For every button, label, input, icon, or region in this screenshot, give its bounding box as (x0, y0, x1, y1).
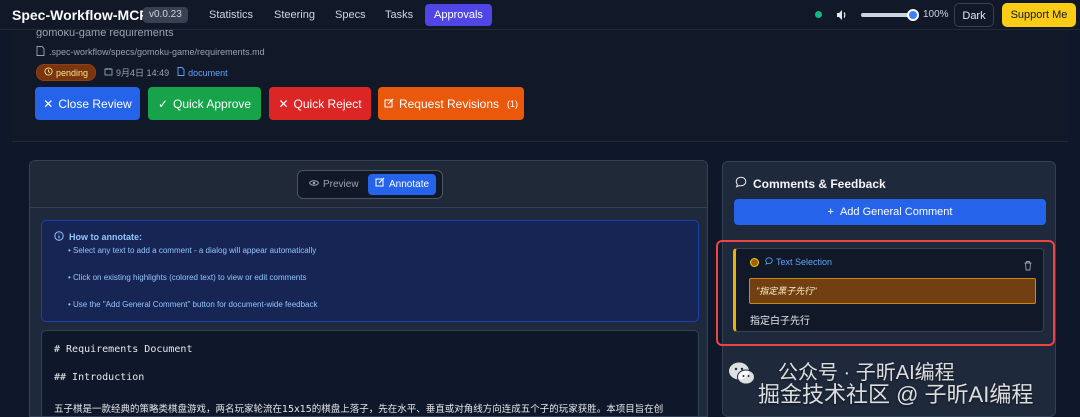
document-type[interactable]: document (177, 67, 228, 78)
document-content[interactable]: # Requirements Document ## Introduction … (41, 330, 699, 416)
status-badge: pending (36, 64, 97, 81)
volume-slider-fill (861, 13, 913, 17)
comment-text: 指定白子先行 (750, 316, 810, 327)
eye-icon (308, 174, 320, 195)
preview-mode-button[interactable]: Preview (302, 174, 366, 195)
close-icon: ✕ (43, 96, 54, 111)
document-path: .spec-workflow/specs/gomoku-game/require… (49, 47, 265, 57)
comments-title-text: Comments & Feedback (753, 176, 886, 191)
volume-slider-thumb[interactable] (907, 9, 919, 21)
highlight-color-swatch (750, 258, 759, 267)
watermark-line-2: 掘金技术社区 @ 子昕AI编程 (758, 382, 1034, 407)
document-viewer-panel: Preview Annotate How to annotate: • Sele… (29, 160, 708, 417)
viewer-toolbar: Preview Annotate (30, 161, 707, 208)
version-badge: v0.0.23 (143, 7, 188, 23)
speaker-icon[interactable] (835, 8, 849, 22)
connection-status-dot (815, 11, 822, 18)
annotate-mode-button[interactable]: Annotate (368, 174, 437, 195)
comment-card[interactable]: Text Selection "指定黑子先行" 指定白子先行 (733, 248, 1044, 332)
close-icon: ✕ (278, 96, 289, 111)
document-path-row: .spec-workflow/specs/gomoku-game/require… (36, 46, 265, 58)
document-date-text: 9月4日 14:49 (116, 68, 170, 78)
doc-paragraph[interactable]: 五子棋是一款经典的策略类棋盘游戏，两名玩家轮流在15x15的棋盘上落子，先在水平… (54, 401, 663, 415)
nav-tab-specs[interactable]: Specs (326, 4, 375, 26)
trash-icon[interactable] (1023, 258, 1033, 271)
info-icon (54, 231, 64, 243)
edit-icon (384, 97, 394, 111)
nav-tab-statistics[interactable]: Statistics (200, 4, 262, 26)
nav-tab-approvals[interactable]: Approvals (425, 4, 492, 26)
quick-approve-label: Quick Approve (173, 96, 252, 111)
close-review-label: Close Review (58, 96, 132, 111)
request-revisions-button[interactable]: Request Revisions (1) (378, 87, 524, 120)
document-icon (177, 67, 185, 78)
comment-icon (765, 257, 773, 267)
edit-icon (375, 174, 385, 195)
document-type-label: document (188, 67, 228, 78)
document-title: gomoku-game requirements (36, 30, 174, 38)
volume-slider[interactable] (861, 9, 919, 21)
annotation-help-box: How to annotate: • Select any text to ad… (41, 220, 699, 322)
clock-icon (44, 67, 53, 78)
top-navbar: Spec-Workflow-MCP v0.0.23 Statistics Ste… (0, 0, 1080, 30)
help-title-text: How to annotate: (69, 232, 142, 242)
doc-heading-1: # Requirements Document (54, 344, 193, 355)
support-me-button[interactable]: Support Me (1002, 3, 1076, 27)
comment-type: Text Selection (765, 257, 832, 267)
status-label: pending (56, 67, 89, 78)
preview-label: Preview (323, 179, 359, 190)
comment-icon (735, 176, 747, 191)
document-meta-row: pending 9月4日 14:49 document (36, 64, 228, 81)
quick-approve-button[interactable]: ✓ Quick Approve (148, 87, 261, 120)
view-mode-toggle: Preview Annotate (297, 170, 443, 199)
comment-highlighted-text: "指定黑子先行" (749, 278, 1036, 304)
wechat-logo-icon (727, 360, 757, 388)
comment-type-label: Text Selection (776, 257, 833, 267)
theme-toggle-button[interactable]: Dark (954, 3, 994, 27)
app-brand[interactable]: Spec-Workflow-MCP (12, 7, 149, 23)
nav-tab-steering[interactable]: Steering (265, 4, 324, 26)
help-line: • Use the "Add General Comment" button f… (68, 300, 318, 309)
quick-reject-button[interactable]: ✕ Quick Reject (269, 87, 371, 120)
document-date: 9月4日 14:49 (104, 66, 169, 79)
request-revisions-label: Request Revisions (398, 96, 500, 111)
doc-heading-2: ## Introduction (54, 372, 145, 383)
add-general-comment-label: Add General Comment (839, 206, 953, 218)
nav-tab-tasks[interactable]: Tasks (376, 4, 422, 26)
volume-level-label: 100% (923, 9, 949, 20)
add-general-comment-button[interactable]: + Add General Comment (734, 199, 1046, 225)
help-title: How to annotate: (54, 231, 142, 243)
help-line: • Click on existing highlights (colored … (68, 273, 307, 282)
calendar-icon (104, 67, 113, 78)
check-icon: ✓ (157, 96, 168, 111)
file-icon (36, 46, 45, 58)
revisions-count: (1) (507, 98, 519, 109)
annotate-label: Annotate (389, 179, 430, 190)
plus-icon: + (827, 206, 834, 218)
help-line: • Select any text to add a comment - a d… (68, 246, 317, 255)
quick-reject-label: Quick Reject (293, 96, 362, 111)
comments-title: Comments & Feedback (735, 176, 886, 191)
close-review-button[interactable]: ✕ Close Review (35, 87, 140, 120)
